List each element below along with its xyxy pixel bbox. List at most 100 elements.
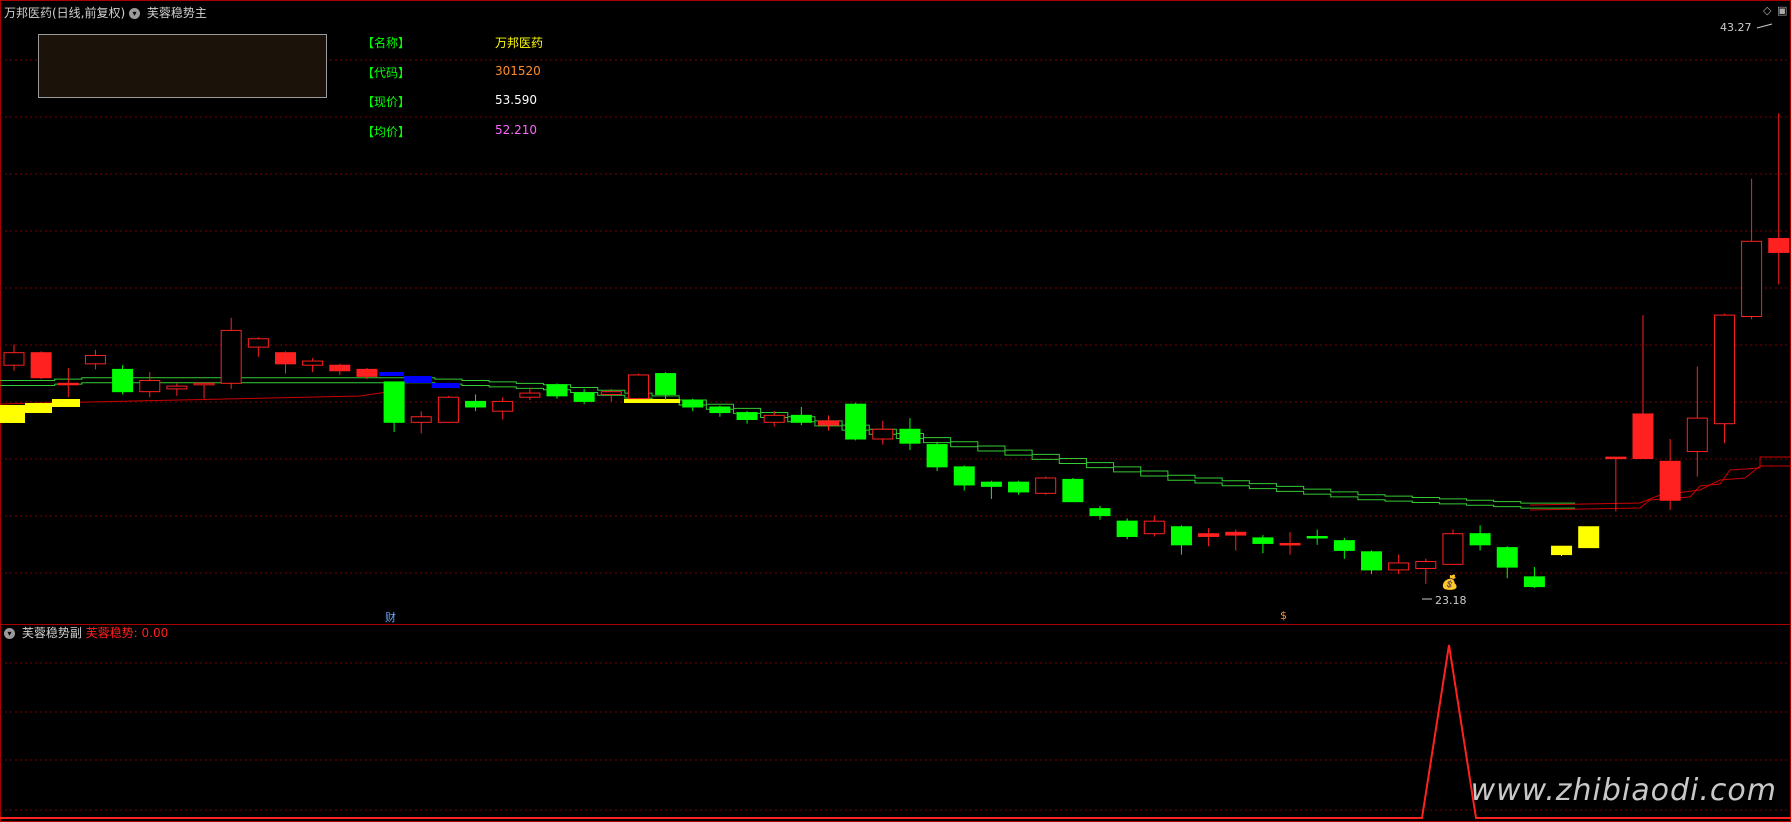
candle-body <box>1089 508 1111 517</box>
candle-body <box>1442 533 1464 565</box>
info-value-code: 301520 <box>495 64 541 78</box>
yellow-band <box>52 399 80 407</box>
info-label-avg: 【均价】 <box>362 125 411 139</box>
info-label-name: 【名称】 <box>362 36 411 50</box>
trail-line-green-upper <box>0 377 1576 504</box>
sub-panel-value: 芙蓉稳势: 0.00 <box>85 626 169 640</box>
candle-body <box>1469 533 1491 546</box>
candle-body <box>193 382 215 386</box>
candle-body <box>84 354 106 365</box>
candle-body <box>1659 460 1681 501</box>
blue-band <box>432 383 460 388</box>
candle-body <box>790 414 812 423</box>
candle-body <box>1252 537 1274 544</box>
candle-body <box>1062 478 1084 503</box>
candle-body <box>1198 533 1220 537</box>
candle-body <box>166 385 188 390</box>
yellow-band <box>624 399 680 403</box>
candle-body <box>410 416 432 423</box>
candle-body <box>627 374 649 400</box>
candle-body <box>356 368 378 377</box>
candle-body <box>1116 520 1138 537</box>
candle-body <box>275 352 296 365</box>
candle-body <box>437 396 459 423</box>
candle-body <box>709 406 731 414</box>
candle-body <box>519 392 541 398</box>
sub-indicator-toggle-icon[interactable]: ▾ <box>4 628 15 639</box>
candle-body <box>899 428 921 444</box>
candle-body <box>573 392 595 402</box>
candle-body <box>1225 531 1247 536</box>
candle-body <box>763 414 785 423</box>
candle-body <box>1768 238 1790 253</box>
candle-body <box>112 368 134 393</box>
candle-body <box>302 360 324 366</box>
diamond-icon[interactable]: ◇ <box>1763 4 1771 17</box>
candle-body <box>1143 520 1165 535</box>
indicator-main-name[interactable]: 芙蓉稳势主 <box>147 6 207 20</box>
candle-body <box>1361 551 1382 571</box>
candle-body <box>1713 314 1735 425</box>
candle-body <box>1333 540 1355 551</box>
candle-body <box>818 420 839 426</box>
blue-band <box>379 372 404 376</box>
watermark-text: www.zhibiaodi.com <box>1470 773 1777 808</box>
candle-body <box>1035 477 1057 494</box>
chart-canvas[interactable] <box>0 0 1791 822</box>
candle-body <box>682 399 704 408</box>
candle-body <box>492 400 514 412</box>
candle-body <box>1170 526 1192 546</box>
legend-box <box>38 34 327 98</box>
sub-panel-header: ▾ 芙蓉稳势副 芙蓉稳势: 0.00 <box>4 624 168 641</box>
info-label-price: 【现价】 <box>362 95 411 109</box>
candle-body <box>1388 562 1410 571</box>
candle-body <box>926 444 948 468</box>
candle-body <box>1008 481 1030 493</box>
candle-body <box>3 352 25 366</box>
candle-body <box>546 384 568 397</box>
yellow-band <box>0 405 25 423</box>
candle-body <box>1279 542 1301 546</box>
candle-body <box>1578 526 1600 549</box>
candle-body <box>1632 413 1654 460</box>
candle-body <box>1551 545 1573 556</box>
candle-body <box>736 412 758 421</box>
panel-menu-icon[interactable]: ▣ <box>1777 4 1787 17</box>
candle-body <box>1306 535 1328 539</box>
stock-title-header: 万邦医药(日线,前复权) ▾ 芙蓉稳势主 <box>4 4 207 21</box>
info-value-price: 53.590 <box>495 93 537 107</box>
candle-body <box>30 352 52 379</box>
low-price-label: 23.18 <box>1435 594 1467 607</box>
info-value-avg: 52.210 <box>495 123 537 137</box>
candle-body <box>1605 456 1627 460</box>
high-price-label: 43.27 <box>1720 21 1752 34</box>
yellow-band <box>25 403 52 413</box>
candle-body <box>655 373 677 395</box>
stock-title: 万邦医药(日线,前复权) <box>4 6 126 20</box>
dollar-marker[interactable]: $ <box>1280 609 1287 622</box>
candle-body <box>465 400 487 408</box>
indicator-toggle-icon[interactable]: ▾ <box>129 8 141 19</box>
money-bag-icon[interactable]: 💰 <box>1441 575 1458 591</box>
candle-body <box>329 364 351 372</box>
info-label-code: 【代码】 <box>362 66 411 80</box>
candle-body <box>1496 547 1518 568</box>
blue-band <box>404 376 432 383</box>
sub-panel-title[interactable]: 芙蓉稳势副 <box>22 626 82 640</box>
high-arrow <box>1756 23 1773 29</box>
candle-body <box>383 381 405 423</box>
candle-body <box>980 481 1002 487</box>
candle-body <box>247 338 269 348</box>
finance-marker[interactable]: 财 <box>385 609 396 625</box>
candle-body <box>1415 561 1437 570</box>
info-value-name: 万邦医药 <box>495 36 544 50</box>
chart-frame <box>0 0 1791 822</box>
candle-body <box>57 382 79 386</box>
candle-body <box>872 428 894 440</box>
candle-body <box>845 403 867 440</box>
candle-body <box>600 391 622 395</box>
candle-body <box>139 380 161 393</box>
candle-body <box>220 329 242 384</box>
candle-body <box>953 466 975 486</box>
candle-body <box>1686 417 1708 453</box>
